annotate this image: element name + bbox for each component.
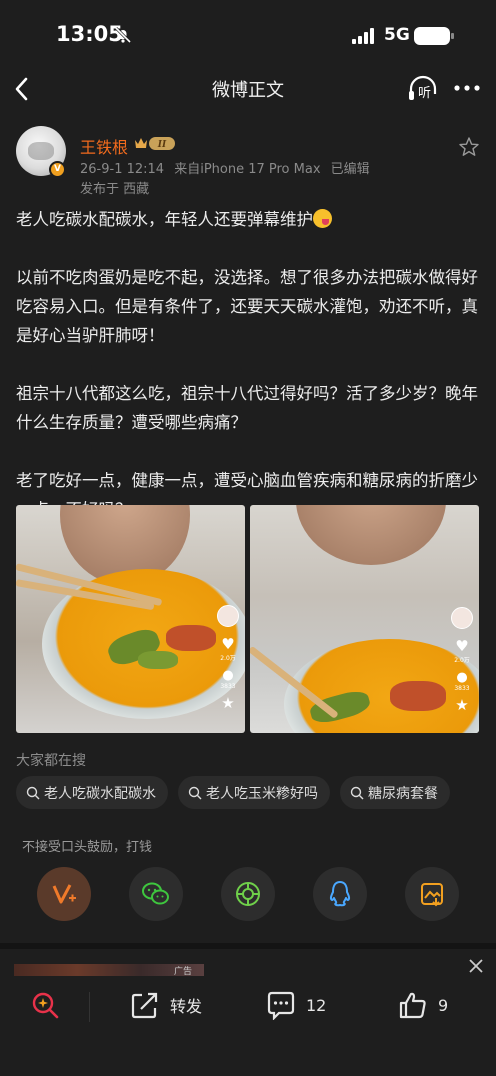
verified-badge: V (49, 161, 66, 178)
like-count: 2.0万 (454, 657, 470, 664)
thumbs-up-icon (399, 992, 426, 1019)
post-edited: 已编辑 (330, 162, 370, 177)
favorite-star-icon[interactable] (458, 136, 480, 158)
comment-count: 3833 (454, 685, 470, 692)
search-chip-label: 老人吃碳水配碳水 (44, 785, 156, 802)
search-chip[interactable]: 老人吃玉米糁好吗 (178, 776, 330, 809)
like-button[interactable]: 9 (398, 990, 448, 1020)
post-image-2[interactable]: ♥ 2.0万 ● 3833 ★ (250, 505, 479, 733)
home-indicator-area (0, 1040, 496, 1076)
qq-icon (329, 881, 351, 907)
post-paragraph: 以前不吃肉蛋奶是吃不起，没选择。想了很多办法把碳水做得好吃容易入口。但是有条件了… (16, 268, 478, 345)
search-icon (350, 786, 364, 799)
hot-search-chips: 老人吃碳水配碳水 老人吃玉米糁好吗 糖尿病套餐 (16, 776, 450, 809)
listen-label: 听 (418, 86, 432, 101)
battery-icon (414, 27, 454, 45)
search-chip[interactable]: 老人吃碳水配碳水 (16, 776, 168, 809)
comment-bubble-icon: ● (222, 668, 234, 683)
vip-level-badge: II (135, 137, 175, 150)
vip-level-text: II (157, 140, 167, 150)
bell-off-icon (114, 26, 132, 44)
post-paragraph: 祖宗十八代都这么吃，祖宗十八代过得好吗？活了多少岁？晚年什么生存质量？遭受哪些病… (16, 384, 478, 432)
video-side-bar: ♥ 2.0万 ● 3833 ★ (448, 607, 476, 714)
star-icon: ★ (455, 696, 469, 714)
star-icon: ★ (221, 694, 235, 712)
author-name[interactable]: 王铁根 (80, 134, 128, 158)
post-paragraph: 老人吃碳水配碳水，年轻人还要弹幕维护 (16, 205, 484, 234)
save-image-button[interactable] (405, 867, 459, 921)
creator-avatar (217, 605, 239, 627)
tongue-emoji-icon (313, 209, 332, 228)
post-meta: 26-9-1 12:14 来自iPhone 17 Pro Max 已编辑 (80, 158, 376, 177)
nav-bar: 微博正文 听 (0, 66, 496, 112)
post-source: 来自iPhone 17 Pro Max (174, 162, 321, 177)
ad-label: 广告 (174, 967, 193, 977)
network-label: 5G (384, 25, 410, 45)
vplus-icon (52, 884, 76, 904)
bottom-toolbar: 转发 12 9 (0, 980, 496, 1036)
comment-bubble-icon: ● (456, 670, 468, 685)
super-topic-button[interactable] (30, 990, 60, 1020)
reward-text: 不接受口头鼓励，打钱 (22, 840, 153, 855)
hot-search-title: 大家都在搜 (16, 753, 86, 769)
comment-count: 12 (306, 995, 327, 1015)
post-date: 26-9-1 12:14 (80, 162, 165, 177)
search-sparkle-icon (32, 992, 59, 1019)
search-chip-label: 糖尿病套餐 (368, 785, 438, 802)
heart-icon: ♥ (455, 637, 469, 655)
search-chip[interactable]: 糖尿病套餐 (340, 776, 450, 809)
comment-count: 3833 (220, 683, 236, 690)
post-image-1[interactable]: ♥ 2.0万 ● 3833 ★ (16, 505, 245, 733)
comment-icon (267, 991, 295, 1020)
moments-icon (236, 882, 260, 906)
repost-label: 转发 (170, 997, 203, 1016)
avatar-image (28, 142, 54, 160)
status-bar: 13:05 5G (0, 0, 496, 70)
search-icon (26, 786, 40, 799)
search-icon (188, 786, 202, 799)
repost-button[interactable]: 转发 (130, 990, 202, 1020)
repost-icon (131, 992, 158, 1019)
more-icon[interactable] (452, 76, 482, 100)
section-divider (0, 943, 496, 949)
moments-share-button[interactable] (221, 867, 275, 921)
post-location: 发布于 西藏 (80, 182, 150, 197)
comment-button[interactable]: 12 (266, 990, 326, 1020)
wechat-icon (142, 882, 169, 905)
signal-icon (352, 28, 374, 44)
vplus-button[interactable] (37, 867, 91, 921)
wechat-share-button[interactable] (129, 867, 183, 921)
save-image-icon (421, 883, 443, 907)
video-side-bar: ♥ 2.0万 ● 3833 ★ (214, 605, 242, 712)
close-icon[interactable] (466, 956, 486, 976)
like-count: 2.0万 (220, 655, 236, 662)
creator-avatar (451, 607, 473, 629)
share-row (37, 867, 459, 923)
status-time: 13:05 (56, 22, 123, 46)
like-count: 9 (438, 995, 449, 1015)
search-chip-label: 老人吃玉米糁好吗 (206, 785, 318, 802)
heart-icon: ♥ (221, 635, 235, 653)
post-body: 老人吃碳水配碳水，年轻人还要弹幕维护 以前不吃肉蛋奶是吃不起，没选择。想了很多办… (16, 205, 484, 524)
toolbar-divider (89, 992, 90, 1022)
qq-share-button[interactable] (313, 867, 367, 921)
